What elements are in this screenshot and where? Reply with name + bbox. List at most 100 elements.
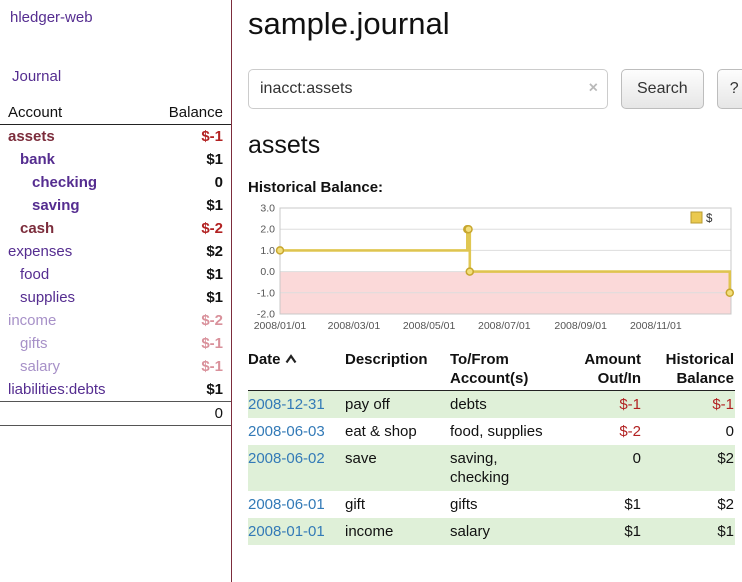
account-name-cell: liabilities:debts	[0, 378, 139, 402]
transaction-date-link[interactable]: 2008-06-03	[248, 423, 325, 440]
register-header-amount-line1: Amount	[584, 351, 641, 368]
chart-svg: 3.02.01.00.0-1.0-2.02008/01/012008/03/01…	[248, 200, 735, 340]
sidebar-account-saving[interactable]: saving	[32, 197, 80, 214]
register-body: 2008-12-31pay offdebts$-1$-12008-06-03ea…	[248, 391, 735, 546]
clear-search-icon[interactable]: ×	[589, 81, 598, 97]
search-input[interactable]	[248, 69, 608, 109]
register-accounts-cell: salary	[450, 518, 580, 545]
register-header-amount: Amount Out/In	[580, 348, 642, 391]
register-header-date[interactable]: Date	[248, 348, 345, 391]
register-header-balance-line2: Balance	[676, 370, 734, 387]
register-amount-cell: $1	[580, 491, 642, 518]
accounts-body: assets$-1bank$1checking0saving$1cash$-2e…	[0, 125, 231, 402]
legend-label: $	[706, 213, 713, 225]
x-tick-label: 2008/07/01	[478, 320, 531, 332]
accounts-total-spacer	[0, 402, 139, 426]
account-balance: $2	[139, 240, 231, 263]
app-title-link[interactable]: hledger-web	[0, 0, 231, 26]
account-name-cell: income	[0, 309, 139, 332]
y-tick-label: -1.0	[257, 287, 275, 299]
sidebar-account-food[interactable]: food	[20, 266, 49, 283]
register-row: 2008-06-03eat & shopfood, supplies$-20	[248, 418, 735, 445]
transaction-date-link[interactable]: 2008-12-31	[248, 396, 325, 413]
x-tick-label: 2008/03/01	[328, 320, 381, 332]
register-header-balance-line1: Historical	[666, 351, 734, 368]
register-table: Date Description To/From Account(s) Amou…	[248, 348, 735, 545]
account-name-cell: expenses	[0, 240, 139, 263]
account-row: bank$1	[0, 148, 231, 171]
help-button[interactable]: ?	[717, 69, 742, 109]
account-balance: $1	[139, 194, 231, 217]
transaction-date-link[interactable]: 2008-06-02	[248, 450, 325, 467]
register-date-cell: 2008-06-02	[248, 445, 345, 491]
y-tick-label: 2.0	[260, 224, 275, 236]
account-name-cell: food	[0, 263, 139, 286]
register-header-date-label: Date	[248, 351, 281, 368]
accounts-header-account: Account	[0, 101, 139, 125]
register-description-cell: eat & shop	[345, 418, 450, 445]
sidebar-account-bank[interactable]: bank	[20, 151, 55, 168]
y-tick-label: 0.0	[260, 266, 275, 278]
search-form: × Search ?	[248, 69, 735, 109]
account-row: food $1	[0, 263, 231, 286]
account-name-cell: saving	[0, 194, 139, 217]
page-title: sample.journal	[248, 6, 735, 42]
register-amount-cell: $1	[580, 518, 642, 545]
sidebar-account-assets[interactable]: assets	[8, 128, 55, 145]
register-amount-cell: 0	[580, 445, 642, 491]
search-button[interactable]: Search	[621, 69, 704, 109]
register-accounts-cell: food, supplies	[450, 418, 580, 445]
sort-ascending-icon	[284, 354, 298, 364]
sidebar-account-salary[interactable]: salary	[20, 358, 60, 375]
account-row: gifts$-1	[0, 332, 231, 355]
register-row: 2008-06-02savesaving,checking0$2	[248, 445, 735, 491]
account-balance: $-1	[139, 355, 231, 378]
account-row: checking0	[0, 171, 231, 194]
account-name-cell: bank	[0, 148, 139, 171]
x-tick-label: 2008/05/01	[403, 320, 456, 332]
register-description-cell: income	[345, 518, 450, 545]
register-amount-cell: $-1	[580, 391, 642, 419]
main-content: sample.journal × Search ? assets Histori…	[248, 0, 735, 545]
y-tick-label: -2.0	[257, 309, 275, 321]
x-tick-label: 2008/01/01	[254, 320, 307, 332]
account-row: assets$-1	[0, 125, 231, 149]
sidebar-account-checking[interactable]: checking	[32, 174, 97, 191]
sidebar-account-income[interactable]: income	[8, 312, 56, 329]
account-row: liabilities:debts$1	[0, 378, 231, 402]
register-header-description: Description	[345, 348, 450, 391]
chart-title: Historical Balance:	[248, 179, 735, 196]
accounts-total-row: 0	[0, 402, 231, 426]
register-header-accounts: To/From Account(s)	[450, 348, 580, 391]
sidebar-account-liabilities-debts[interactable]: liabilities:debts	[8, 381, 106, 398]
transaction-date-link[interactable]: 2008-06-01	[248, 496, 325, 513]
accounts-header-balance: Balance	[139, 101, 231, 125]
account-row: salary $-1	[0, 355, 231, 378]
account-heading: assets	[248, 131, 735, 160]
register-accounts-cell: debts	[450, 391, 580, 419]
x-tick-label: 2008/09/01	[554, 320, 607, 332]
account-row: expenses $2	[0, 240, 231, 263]
sidebar-account-gifts[interactable]: gifts	[20, 335, 48, 352]
register-date-cell: 2008-06-03	[248, 418, 345, 445]
register-header-row: Date Description To/From Account(s) Amou…	[248, 348, 735, 391]
account-row: income$-2	[0, 309, 231, 332]
sidebar-account-supplies[interactable]: supplies	[20, 289, 75, 306]
transaction-date-link[interactable]: 2008-01-01	[248, 523, 325, 540]
register-description-cell: gift	[345, 491, 450, 518]
account-balance: $1	[139, 263, 231, 286]
account-balance: $-2	[139, 217, 231, 240]
accounts-header-row: Account Balance	[0, 101, 231, 125]
register-balance-cell: $-1	[642, 391, 735, 419]
data-point-marker	[466, 268, 473, 275]
account-name-cell: checking	[0, 171, 139, 194]
sidebar: hledger-web Journal Account Balance asse…	[0, 0, 232, 582]
sidebar-account-expenses[interactable]: expenses	[8, 243, 72, 260]
sidebar-account-cash[interactable]: cash	[20, 220, 54, 237]
register-header-accounts-line2: Account(s)	[450, 370, 528, 387]
register-header-accounts-line1: To/From	[450, 351, 509, 368]
register-description-cell: save	[345, 445, 450, 491]
account-row: saving $1	[0, 194, 231, 217]
sidebar-item-journal[interactable]: Journal	[0, 26, 231, 85]
account-name-cell: supplies	[0, 286, 139, 309]
